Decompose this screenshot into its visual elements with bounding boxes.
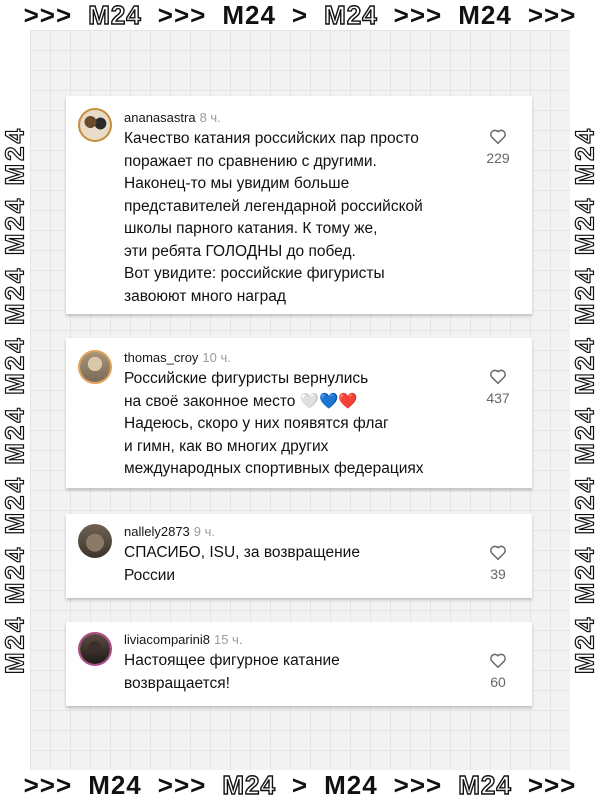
banner-chevrons: >>> xyxy=(23,770,73,800)
banner-chevrons: >>> xyxy=(23,0,73,30)
banner-logo: M24 xyxy=(222,0,276,30)
banner-chevrons: >>> xyxy=(527,0,577,30)
like-button[interactable]: 437 xyxy=(478,368,518,406)
banner-logo: M24 xyxy=(323,0,378,30)
banner-chevrons: > xyxy=(291,770,309,800)
banner-chevrons: >>> xyxy=(157,0,207,30)
banner-logo: M24 xyxy=(222,770,276,800)
avatar[interactable] xyxy=(78,350,112,384)
comment-username[interactable]: ananasastra xyxy=(124,110,196,125)
like-count: 60 xyxy=(490,674,506,690)
comment-username[interactable]: thomas_croy xyxy=(124,350,198,365)
banner-chevrons: >>> xyxy=(157,770,207,800)
banner-logo: M24 xyxy=(458,770,512,800)
left-side-banner: M24 M24 M24 M24 M24 M24 M24 M24 xyxy=(0,30,30,770)
comment-card: nallely2873 9 ч. СПАСИБО, ISU, за возвращ… xyxy=(66,514,532,598)
avatar[interactable] xyxy=(78,108,112,142)
banner-logo: M24 xyxy=(458,0,512,30)
banner-chevrons: > xyxy=(291,0,309,30)
banner-chevrons: >>> xyxy=(393,0,443,30)
avatar[interactable] xyxy=(78,524,112,558)
heart-icon xyxy=(478,652,518,668)
side-banner-text: M24 M24 M24 M24 M24 M24 M24 M24 xyxy=(570,125,600,675)
comment-time: 9 ч. xyxy=(193,524,216,539)
banner-chevrons: >>> xyxy=(527,770,577,800)
comment-card: liviacomparini8 15 ч. Настоящее фигурное … xyxy=(66,622,532,706)
comment-text: Настоящее фигурное катание возвращается! xyxy=(124,652,340,692)
banner-chevrons: >>> xyxy=(393,770,443,800)
banner-logo: M24 xyxy=(87,0,142,30)
heart-icon xyxy=(478,544,518,560)
like-count: 229 xyxy=(486,150,510,166)
like-button[interactable]: 60 xyxy=(478,652,518,690)
like-button[interactable]: 39 xyxy=(478,544,518,582)
comment-username[interactable]: nallely2873 xyxy=(124,524,190,539)
comment-text: СПАСИБО, ISU, за возвращение России xyxy=(124,544,360,584)
like-button[interactable]: 229 xyxy=(478,128,518,166)
comment-card: ananasastra 8 ч. Качество катания российс… xyxy=(66,96,532,314)
avatar[interactable] xyxy=(78,632,112,666)
heart-icon xyxy=(478,368,518,384)
banner-logo: M24 xyxy=(88,770,142,800)
right-side-banner: M24 M24 M24 M24 M24 M24 M24 M24 xyxy=(570,30,600,770)
like-count: 39 xyxy=(490,566,506,582)
comment-text: Российские фигуристы вернулись на своё з… xyxy=(124,370,424,477)
side-banner-text: M24 M24 M24 M24 M24 M24 M24 M24 xyxy=(0,125,30,675)
banner-logo: M24 xyxy=(324,770,378,800)
comment-time: 15 ч. xyxy=(213,632,243,647)
like-count: 437 xyxy=(486,390,510,406)
comment-text: Качество катания российских пар просто п… xyxy=(124,130,423,305)
comment-username[interactable]: liviacomparini8 xyxy=(124,632,210,647)
comment-time: 10 ч. xyxy=(202,350,231,365)
heart-icon xyxy=(478,128,518,144)
top-banner: >>> M24 >>> M24 > M24 >>> M24 >>> xyxy=(0,0,600,30)
comment-time: 8 ч. xyxy=(199,110,221,125)
bottom-banner: >>> M24 >>> M24 > M24 >>> M24 >>> xyxy=(0,770,600,800)
comment-card: thomas_croy 10 ч. Российские фигуристы ве… xyxy=(66,338,532,488)
